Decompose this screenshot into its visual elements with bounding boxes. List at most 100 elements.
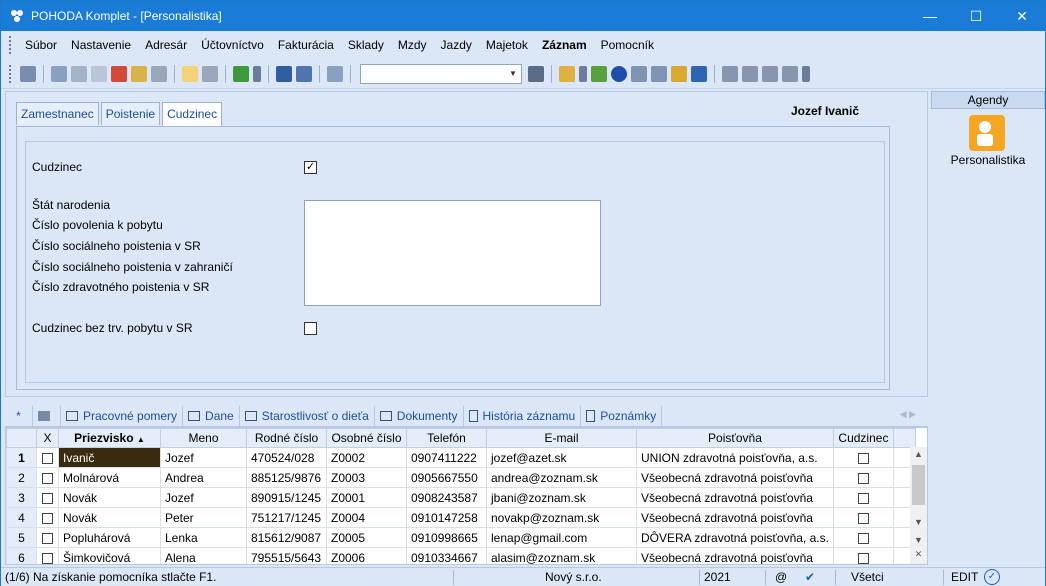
print-preview-icon[interactable]	[91, 65, 107, 82]
cell-telefon[interactable]: 0910147258	[406, 507, 487, 528]
cell-cudzinec[interactable]	[832, 467, 894, 488]
row-select-checkbox[interactable]	[42, 532, 53, 544]
cell-cudzinec[interactable]	[832, 547, 894, 564]
cell-osobne-cislo[interactable]: Z0004	[326, 507, 407, 528]
table-row[interactable]: 5 Popluhárová Lenka 815612/9087 Z0005 09…	[6, 527, 916, 548]
cell-telefon[interactable]: 0907411222	[406, 447, 487, 468]
filter-icon[interactable]	[528, 65, 544, 82]
back-arrow-icon[interactable]	[233, 65, 249, 82]
menu-mzdy[interactable]: Mzdy	[391, 38, 434, 52]
row-select-checkbox[interactable]	[42, 492, 53, 504]
cell-email[interactable]: novakp@zoznam.sk	[486, 507, 637, 528]
status-email-icon[interactable]: @	[775, 570, 787, 584]
status-filter[interactable]: Všetci	[851, 570, 884, 584]
row-select-cell[interactable]	[36, 547, 59, 564]
save-icon[interactable]	[276, 65, 292, 82]
col-header-telefon[interactable]: Telefón	[406, 428, 487, 448]
col-header-osobne-cislo[interactable]: Osobné číslo	[326, 428, 407, 448]
scrollbar-thumb[interactable]	[912, 465, 925, 505]
row-select-checkbox[interactable]	[42, 552, 53, 564]
cudzinec-cell-checkbox[interactable]	[857, 552, 869, 564]
menu-majetok[interactable]: Majetok	[479, 38, 535, 52]
cell-rodne-cislo[interactable]: 815612/9087	[246, 527, 327, 548]
cell-telefon[interactable]: 0910334667	[406, 547, 487, 564]
cell-osobne-cislo[interactable]: Z0001	[326, 487, 407, 508]
menu-nastavenie[interactable]: Nastavenie	[64, 38, 138, 52]
minimize-button[interactable]: —	[907, 1, 953, 31]
cudzinec-checkbox[interactable]: ✓	[304, 161, 317, 174]
iban-icon[interactable]	[691, 65, 707, 82]
cell-telefon[interactable]: 0908243587	[406, 487, 487, 508]
tab-cudzinec[interactable]: Cudzinec	[162, 102, 223, 127]
tab-dane[interactable]: Dane	[183, 405, 240, 426]
agenda-item-personalistika[interactable]: Personalistika	[931, 153, 1045, 167]
menu-pomocnik[interactable]: Pomocník	[594, 38, 661, 52]
bez-pobytu-checkbox[interactable]	[304, 322, 317, 335]
message-icon[interactable]	[722, 65, 738, 82]
scroll-end-icon[interactable]: ✕	[910, 549, 927, 560]
cell-priezvisko[interactable]: Popluhárová	[58, 527, 161, 548]
chevron-down-icon[interactable]: ▼	[507, 67, 519, 81]
scroll-page-down-icon[interactable]: ▼	[910, 535, 927, 545]
cell-poistovna[interactable]: UNION zdravotná poisťovňa, a.s.	[636, 447, 834, 468]
cell-cudzinec[interactable]	[832, 447, 894, 468]
dropdown-arrow-icon[interactable]	[802, 65, 810, 82]
quick-search-combo[interactable]: ▼	[360, 63, 522, 84]
print-options-icon[interactable]	[151, 65, 167, 82]
list-icon[interactable]	[742, 65, 758, 82]
cell-email[interactable]: alasim@zoznam.sk	[486, 547, 637, 564]
tab-new-row[interactable]: *	[5, 405, 33, 426]
tab-zamestnanec[interactable]: Zamestnanec	[16, 102, 99, 125]
cell-telefon[interactable]: 0910998665	[406, 527, 487, 548]
menu-grip[interactable]	[9, 36, 12, 54]
row-select-cell[interactable]	[36, 447, 59, 468]
cell-poistovna[interactable]: Všeobecná zdravotná poisťovňa	[636, 507, 834, 528]
cell-cudzinec[interactable]	[832, 507, 894, 528]
cell-email[interactable]: andrea@zoznam.sk	[486, 467, 637, 488]
cell-priezvisko[interactable]: Novák	[58, 507, 161, 528]
col-header-rodne-cislo[interactable]: Rodné číslo	[246, 428, 327, 448]
cell-telefon[interactable]: 0905667550	[406, 467, 487, 488]
tab-pracovne-pomery[interactable]: Pracovné pomery	[61, 405, 184, 426]
cell-priezvisko[interactable]: Novák	[58, 487, 161, 508]
row-select-cell[interactable]	[36, 527, 59, 548]
col-header-email[interactable]: E-mail	[486, 428, 637, 448]
tab-scroll-arrows-icon[interactable]: ◀ ▶	[900, 409, 916, 420]
cell-osobne-cislo[interactable]: Z0005	[326, 527, 407, 548]
cell-meno[interactable]: Lenka	[160, 527, 247, 548]
cell-rodne-cislo[interactable]: 751217/1245	[246, 507, 327, 528]
status-ok-icon[interactable]: ✓	[984, 569, 1000, 585]
table-row[interactable]: 4 Novák Peter 751217/1245 Z0004 09101472…	[6, 507, 916, 528]
row-select-cell[interactable]	[36, 507, 59, 528]
help-icon[interactable]	[782, 65, 798, 82]
menu-subor[interactable]: Súbor	[18, 38, 64, 52]
calculator-icon[interactable]	[631, 65, 647, 82]
cudzinec-cell-checkbox[interactable]	[857, 492, 869, 504]
agenda-switch-icon[interactable]	[20, 65, 36, 82]
folder-icon[interactable]	[559, 65, 575, 82]
pdf-icon[interactable]	[111, 65, 127, 82]
coins-icon[interactable]	[671, 65, 687, 82]
cell-osobne-cislo[interactable]: Z0003	[326, 467, 407, 488]
personalistika-icon[interactable]	[969, 115, 1005, 151]
maximize-button[interactable]: ☐	[953, 1, 999, 31]
cell-meno[interactable]: Jozef	[160, 487, 247, 508]
cell-meno[interactable]: Alena	[160, 547, 247, 564]
cell-email[interactable]: jozef@azet.sk	[486, 447, 637, 468]
cell-cudzinec[interactable]	[832, 527, 894, 548]
col-header-x[interactable]: X	[36, 428, 59, 448]
row-select-cell[interactable]	[36, 487, 59, 508]
table-row[interactable]: 6 Šimkovičová Alena 795515/5643 Z0006 09…	[6, 547, 916, 564]
cell-priezvisko[interactable]: Ivanič	[58, 447, 161, 468]
tab-historia[interactable]: História záznamu	[464, 405, 582, 426]
tab-filter[interactable]	[33, 405, 61, 426]
notes-icon[interactable]	[762, 65, 778, 82]
cell-meno[interactable]: Peter	[160, 507, 247, 528]
cudzinec-cell-checkbox[interactable]	[857, 452, 869, 464]
euro-icon[interactable]	[611, 65, 627, 82]
calculator2-icon[interactable]	[651, 65, 667, 82]
menu-jazdy[interactable]: Jazdy	[434, 38, 479, 52]
cell-poistovna[interactable]: Všeobecná zdravotná poisťovňa	[636, 547, 834, 564]
cell-poistovna[interactable]: Všeobecná zdravotná poisťovňa	[636, 467, 834, 488]
cudzinec-cell-checkbox[interactable]	[857, 532, 869, 544]
